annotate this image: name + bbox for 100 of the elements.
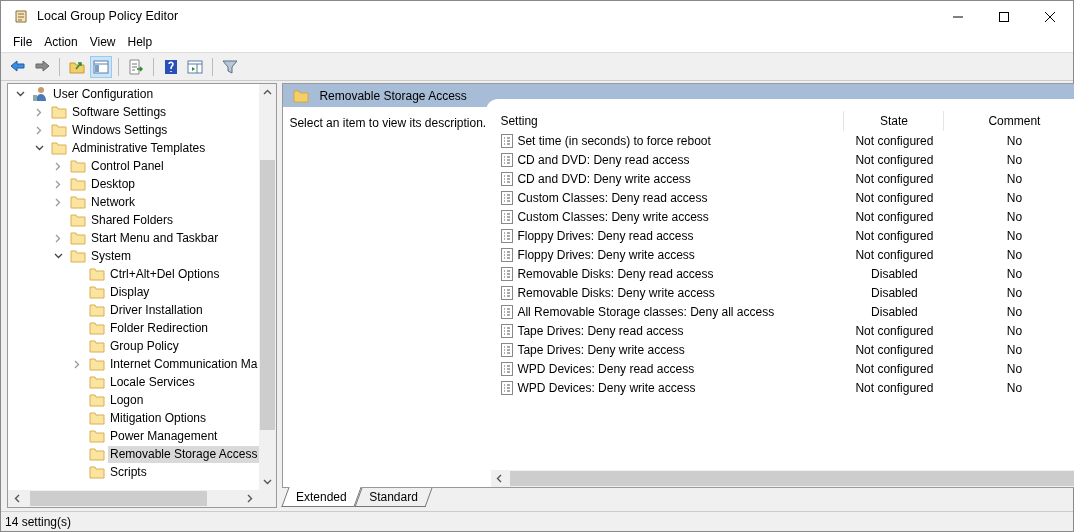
- view-tab[interactable]: Standard: [354, 488, 433, 507]
- folder-icon: [51, 141, 67, 155]
- table-cell-text: No: [1006, 151, 1023, 169]
- table-cell-text: Not configured: [855, 341, 934, 359]
- tree-pane-icon[interactable]: [90, 55, 112, 78]
- menu-item[interactable]: Help: [121, 33, 159, 51]
- folder-icon: [70, 177, 86, 191]
- tree-item[interactable]: Ctrl+Alt+Del Options: [108, 265, 222, 283]
- table-cell-text: All Removable Storage classes: Deny all access: [517, 303, 775, 321]
- setting-icon: [500, 304, 515, 319]
- folder-icon: [89, 447, 105, 461]
- column-header[interactable]: Comment: [944, 110, 1074, 131]
- table-cell-text: Removable Disks: Deny read access: [517, 265, 714, 283]
- status-text: 14 setting(s): [5, 513, 72, 531]
- setting-icon: [500, 380, 515, 395]
- table-cell-text: No: [1006, 322, 1023, 340]
- vertical-scrollbar[interactable]: [259, 84, 277, 490]
- tree-item[interactable]: Control Panel: [89, 157, 166, 175]
- tree-item[interactable]: Power Management: [108, 427, 220, 445]
- folder-icon: [89, 339, 105, 353]
- table-cell-text: No: [1006, 303, 1023, 321]
- table-cell-text: Not configured: [855, 322, 934, 340]
- description-text: Select an item to view its description.: [289, 116, 487, 130]
- table-cell-text: Custom Classes: Deny write access: [517, 208, 709, 226]
- column-header[interactable]: State: [844, 110, 945, 131]
- table-cell-text: CD and DVD: Deny write access: [517, 170, 691, 188]
- table-cell-text: No: [1006, 208, 1023, 226]
- table-cell-text: Not configured: [855, 151, 934, 169]
- table-cell-text: Disabled: [871, 265, 918, 283]
- view-tab[interactable]: Extended: [281, 487, 362, 507]
- tree-item[interactable]: Desktop: [89, 175, 138, 193]
- tree-item[interactable]: Software Settings: [70, 103, 169, 121]
- tree-item[interactable]: Administrative Templates: [70, 139, 208, 157]
- tree-item[interactable]: Folder Redirection: [108, 319, 211, 337]
- tree-item[interactable]: User Configuration: [51, 85, 156, 103]
- menu-item[interactable]: Action: [38, 33, 84, 51]
- tree-item[interactable]: Driver Installation: [108, 301, 205, 319]
- table-cell-text: Tape Drives: Deny read access: [517, 322, 684, 340]
- table-cell-text: Floppy Drives: Deny write access: [517, 246, 695, 264]
- scrollbar-thumb[interactable]: [30, 491, 207, 506]
- table-cell-text: Not configured: [855, 360, 934, 378]
- horizontal-scrollbar[interactable]: [8, 490, 277, 507]
- scrollbar-thumb[interactable]: [260, 160, 276, 430]
- tree-item[interactable]: Start Menu and Taskbar: [89, 229, 221, 247]
- scroll-down-icon[interactable]: [263, 479, 273, 485]
- setting-icon: [500, 152, 515, 167]
- tree-item[interactable]: Locale Services: [108, 373, 197, 391]
- folder-icon: [293, 88, 310, 103]
- tree-item[interactable]: Display: [108, 283, 152, 301]
- table-cell-text: No: [1006, 360, 1023, 378]
- folder-icon: [51, 105, 67, 119]
- table-cell-text: Tape Drives: Deny write access: [517, 341, 685, 359]
- tree-item[interactable]: Windows Settings: [70, 121, 170, 139]
- table-cell-text: Not configured: [855, 227, 934, 245]
- folder-icon: [89, 303, 105, 317]
- table-cell-text: No: [1006, 132, 1023, 150]
- table-cell-text: CD and DVD: Deny read access: [517, 151, 690, 169]
- tree-item[interactable]: Logon: [108, 391, 146, 409]
- folder-icon: [89, 267, 105, 281]
- table-cell-text: WPD Devices: Deny write access: [517, 379, 696, 397]
- user-icon: [32, 86, 48, 102]
- scroll-icon: [13, 8, 29, 25]
- tree-item[interactable]: Group Policy: [108, 337, 181, 355]
- setting-icon: [500, 228, 515, 243]
- folder-icon: [89, 357, 105, 371]
- folder-icon: [51, 123, 67, 137]
- tree-item[interactable]: Mitigation Options: [108, 409, 209, 427]
- folder-icon: [70, 213, 86, 227]
- folder-icon: [70, 231, 86, 245]
- folder-icon: [89, 465, 105, 479]
- folder-icon: [70, 159, 86, 173]
- scroll-right-icon[interactable]: [247, 494, 254, 503]
- table-cell-text: Not configured: [855, 379, 934, 397]
- tree-item[interactable]: Network: [89, 193, 137, 211]
- table-cell-text: Not configured: [855, 189, 934, 207]
- column-header[interactable]: Setting: [493, 110, 845, 131]
- tree-item[interactable]: Shared Folders: [89, 211, 176, 229]
- table-cell-text: WPD Devices: Deny read access: [517, 360, 695, 378]
- table-cell-text: Disabled: [871, 303, 918, 321]
- menu-item[interactable]: View: [83, 33, 122, 51]
- tree-item[interactable]: System: [89, 247, 133, 265]
- folder-icon: [89, 375, 105, 389]
- setting-icon: [500, 190, 515, 205]
- table-cell-text: Disabled: [871, 284, 918, 302]
- table-cell-text: Floppy Drives: Deny read access: [517, 227, 694, 245]
- table-cell-text: Custom Classes: Deny read access: [517, 189, 708, 207]
- table-cell-text: No: [1006, 284, 1023, 302]
- table-cell-text: Not configured: [855, 246, 934, 264]
- scroll-left-icon[interactable]: [14, 494, 20, 503]
- scroll-left-icon[interactable]: [496, 474, 503, 483]
- table-cell-text: Not configured: [855, 132, 934, 150]
- tree-item[interactable]: Scripts: [108, 463, 149, 481]
- menu-item[interactable]: File: [7, 33, 39, 51]
- tree-item[interactable]: Removable Storage Access: [108, 445, 260, 463]
- setting-icon: [500, 285, 515, 300]
- setting-icon: [500, 133, 515, 148]
- scroll-up-icon[interactable]: [263, 89, 273, 95]
- folder-icon: [89, 321, 105, 335]
- tree-item[interactable]: Internet Communication Ma: [108, 355, 260, 373]
- setting-icon: [500, 323, 515, 338]
